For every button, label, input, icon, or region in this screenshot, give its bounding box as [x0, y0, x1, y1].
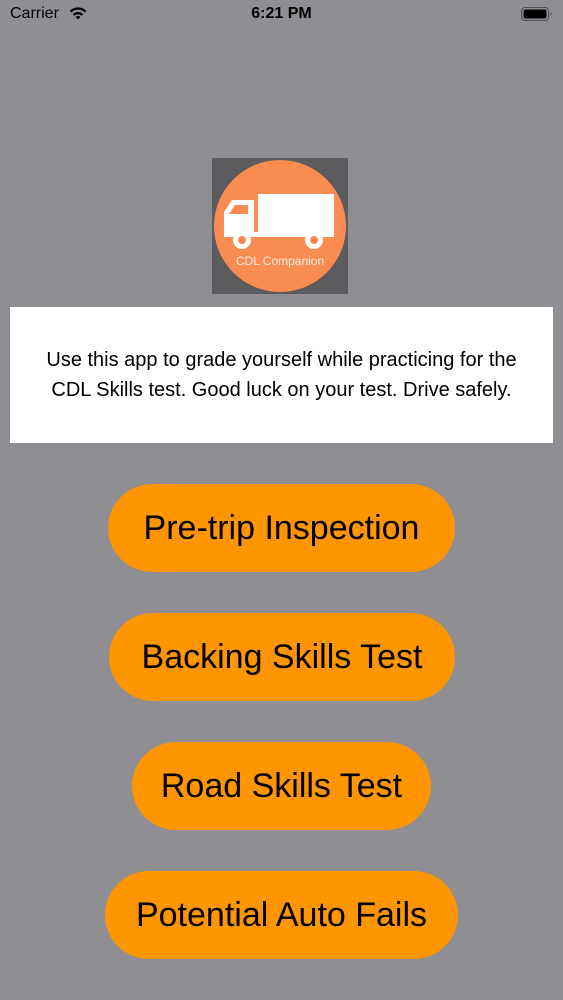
clock: 6:21 PM	[251, 5, 312, 22]
app-logo: CDL Companion	[212, 158, 348, 294]
status-bar: Carrier 6:21 PM	[0, 0, 563, 30]
potential-auto-fails-button[interactable]: Potential Auto Fails	[105, 871, 458, 959]
backing-skills-test-button[interactable]: Backing Skills Test	[109, 613, 455, 701]
logo-circle: CDL Companion	[214, 160, 346, 292]
description-card: Use this app to grade yourself while pra…	[10, 307, 553, 443]
logo-text: CDL Companion	[235, 254, 325, 268]
pretrip-inspection-button[interactable]: Pre-trip Inspection	[108, 484, 455, 572]
description-text: Use this app to grade yourself while pra…	[46, 349, 517, 401]
road-skills-test-button[interactable]: Road Skills Test	[132, 742, 431, 830]
truck-icon	[224, 194, 334, 249]
battery-icon	[521, 7, 552, 21]
